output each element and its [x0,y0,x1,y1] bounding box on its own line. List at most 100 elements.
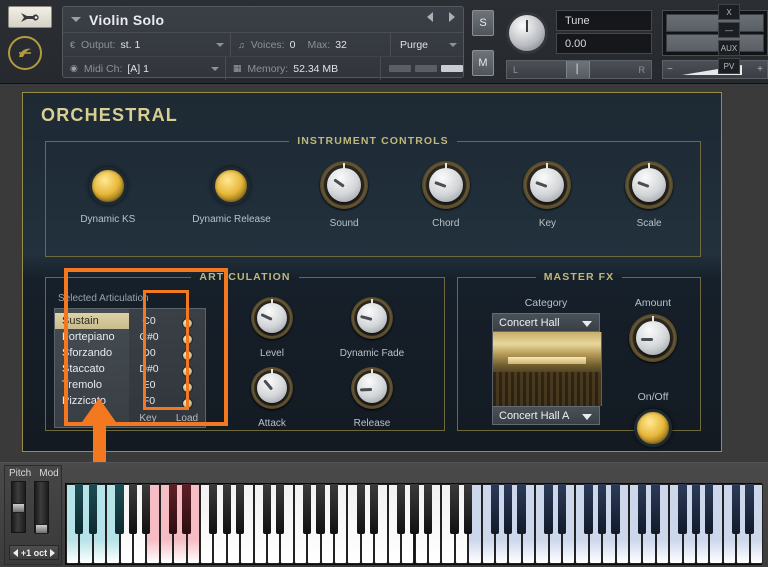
output-select[interactable]: € Output: st. 1 [63,33,231,56]
octave-down-icon[interactable] [13,549,18,557]
purge-bar-2[interactable] [415,65,437,72]
minimize-icon[interactable]: — [718,22,740,38]
octave-shift-control[interactable]: +1 oct [9,545,59,560]
piano-black-key[interactable] [544,484,552,534]
release-knob[interactable] [351,367,393,409]
articulation-row[interactable]: Staccato [55,361,129,377]
piano-black-key[interactable] [89,484,97,534]
piano-black-key[interactable] [598,484,606,534]
piano-black-key[interactable] [450,484,458,534]
tune-knob[interactable] [506,12,548,54]
piano-black-key[interactable] [464,484,472,534]
fx-category-select[interactable]: Concert Hall [492,313,600,332]
piano-black-key[interactable] [115,484,123,534]
piano-black-key[interactable] [678,484,686,534]
purge-select[interactable]: Purge [391,33,463,56]
piano-black-key[interactable] [517,484,525,534]
piano-black-key[interactable] [236,484,244,534]
dynamic-ks-control[interactable]: Dynamic KS [53,161,163,225]
purge-bar-3[interactable] [441,65,463,72]
instrument-title-bar[interactable]: Violin Solo [63,7,463,33]
articulation-load-led[interactable] [182,398,193,409]
midi-channel-select[interactable]: ◉ Midi Ch: [A] 1 [63,57,226,80]
solo-button[interactable]: S [472,10,494,36]
level-knob[interactable] [251,297,293,339]
chevron-down-icon[interactable] [582,321,592,327]
piano-black-key[interactable] [410,484,418,534]
attack-knob[interactable] [251,367,293,409]
piano-black-key[interactable] [651,484,659,534]
attack-control[interactable]: Attack [222,367,322,429]
piano-black-key[interactable] [745,484,753,534]
articulation-load-led[interactable] [182,334,193,345]
articulation-key[interactable]: D0 [129,345,169,361]
dynamic-release-control[interactable]: Dynamic Release [176,161,286,225]
piano-black-key[interactable] [169,484,177,534]
dynamic-ks-led[interactable] [89,167,127,205]
next-preset-icon[interactable] [449,12,455,22]
chevron-down-icon[interactable] [216,43,224,47]
pitch-wheel[interactable] [11,481,26,533]
articulation-load-led[interactable] [182,350,193,361]
piano-black-key[interactable] [491,484,499,534]
piano-black-key[interactable] [705,484,713,534]
piano-black-key[interactable] [558,484,566,534]
release-control[interactable]: Release [322,367,422,429]
articulation-key[interactable]: F0 [129,393,169,409]
volume-minus[interactable]: − [667,64,673,75]
piano-black-key[interactable] [276,484,284,534]
articulation-key[interactable]: C#0 [129,329,169,345]
articulation-load-led[interactable] [182,366,193,377]
pan-center-icon[interactable]: ⎢ [566,61,590,78]
piano-black-key[interactable] [223,484,231,534]
fx-amount-knob[interactable] [629,314,677,362]
piano-black-key[interactable] [316,484,324,534]
piano-black-key[interactable] [330,484,338,534]
chord-knob[interactable] [422,161,470,209]
pan-slider[interactable]: L ⎢ R [506,60,652,79]
sound-control[interactable]: Sound [300,161,388,229]
piano-black-key[interactable] [504,484,512,534]
piano-black-key[interactable] [424,484,432,534]
close-icon[interactable]: X [718,4,740,20]
octave-up-icon[interactable] [50,549,55,557]
articulation-row[interactable]: Sforzando [55,345,129,361]
articulation-load-led[interactable] [182,382,193,393]
piano-black-key[interactable] [357,484,365,534]
piano-black-key[interactable] [209,484,217,534]
piano-black-key[interactable] [303,484,311,534]
fx-preset-select[interactable]: Concert Hall A [492,406,600,425]
chevron-down-icon[interactable] [211,67,219,71]
articulation-row[interactable]: Tremolo [55,377,129,393]
purge-bar-1[interactable] [389,65,411,72]
chevron-down-icon[interactable] [449,43,457,47]
prev-preset-icon[interactable] [427,12,433,22]
key-knob[interactable] [523,161,571,209]
articulation-row[interactable]: Fortepiano [55,329,129,345]
mute-button[interactable]: M [472,50,494,76]
pv-button[interactable]: PV [718,58,740,74]
level-control[interactable]: Level [222,297,322,359]
piano-black-key[interactable] [129,484,137,534]
tune-value[interactable]: 0.00 [556,33,652,54]
volume-plus[interactable]: + [757,64,763,75]
articulation-key[interactable]: D#0 [129,361,169,377]
piano-black-key[interactable] [397,484,405,534]
piano-keyboard[interactable] [65,483,762,565]
articulation-key[interactable]: E0 [129,377,169,393]
piano-black-key[interactable] [692,484,700,534]
dynamic-release-led[interactable] [212,167,250,205]
volume-slider[interactable]: − + [662,60,768,79]
aux-button[interactable]: AUX [718,40,740,56]
dynamic-fade-control[interactable]: Dynamic Fade [322,297,422,359]
piano-black-key[interactable] [732,484,740,534]
piano-black-key[interactable] [584,484,592,534]
articulation-row[interactable]: Sustain [55,313,129,329]
articulation-key[interactable]: C0 [129,313,169,329]
chevron-down-icon[interactable] [71,17,81,22]
fx-onoff-led[interactable] [634,409,672,447]
piano-black-key[interactable] [142,484,150,534]
piano-black-key[interactable] [611,484,619,534]
piano-black-key[interactable] [182,484,190,534]
sound-knob[interactable] [320,161,368,209]
